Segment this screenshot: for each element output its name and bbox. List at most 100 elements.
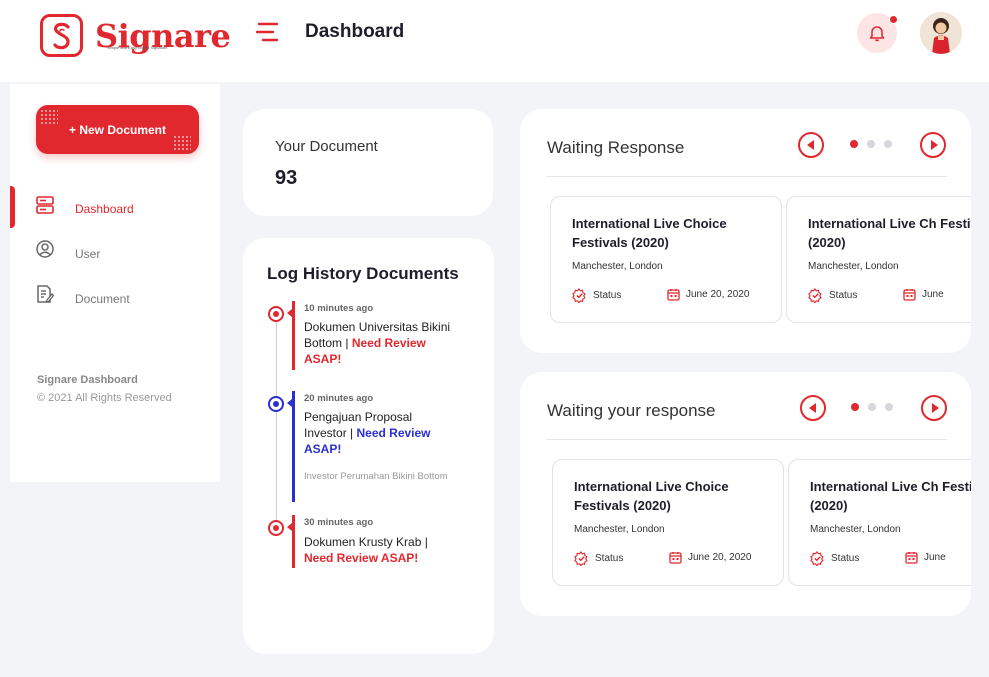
event-card[interactable]: International Live Choice Festivals (202… <box>552 459 784 586</box>
event-date: June 20, 2020 <box>669 551 751 564</box>
event-date-label: June 20, 2020 <box>688 552 752 563</box>
timeline-dot <box>268 306 284 322</box>
sidebar-item-dashboard[interactable]: Dashboard <box>36 196 134 216</box>
event-status-label: Status <box>593 290 622 301</box>
event-date-label: June <box>922 289 944 300</box>
waiting-your-response-title: Waiting your response <box>547 401 716 420</box>
status-badge-icon <box>574 551 588 566</box>
your-document-count: 93 <box>275 167 298 189</box>
event-card[interactable]: International Live Choice Festivals (202… <box>550 196 782 323</box>
log-text[interactable]: Dokumen Universitas Bikini Bottom | Need… <box>304 319 454 367</box>
calendar-icon <box>903 289 916 301</box>
event-location: Manchester, London <box>572 261 663 272</box>
event-status-label: Status <box>829 290 858 301</box>
event-card[interactable]: International Live Ch Festivals (2020) M… <box>786 196 971 323</box>
log-subtext: Investor Perumahan Bikini Bottom <box>304 471 448 482</box>
log-text[interactable]: Pengajuan Proposal Investor | Need Revie… <box>304 409 454 457</box>
event-date: June 20, 2020 <box>667 288 749 301</box>
log-time: 30 minutes ago <box>304 517 374 528</box>
event-title: International Live Ch Festivals (2020) <box>808 216 971 250</box>
sidebar-footer-copyright: © 2021 All Rights Reserved <box>37 392 172 404</box>
sidebar-item-label: Document <box>75 292 130 306</box>
carousel-dot[interactable] <box>885 403 893 411</box>
arrow-left-icon <box>809 403 816 413</box>
timeline-bar <box>287 301 295 370</box>
notification-badge <box>889 15 898 24</box>
waiting-response-title: Waiting Response <box>547 138 685 157</box>
calendar-icon <box>669 552 682 564</box>
dashboard-icon <box>36 196 54 214</box>
event-title: International Live Ch Festivals (2020) <box>810 479 971 513</box>
event-status: Status <box>808 288 857 303</box>
bell-icon <box>869 26 885 42</box>
decorative-dots <box>173 135 191 151</box>
sidebar-item-user[interactable]: User <box>36 240 100 261</box>
log-history-card: Log History Documents 10 minutes ago Dok… <box>243 238 494 654</box>
sidebar-item-label: Dashboard <box>75 202 134 216</box>
arrow-left-icon <box>807 140 814 150</box>
waiting-your-response-card: Waiting your response International Live… <box>520 372 971 616</box>
carousel-dot[interactable] <box>867 140 875 148</box>
your-document-label: Your Document <box>275 138 378 155</box>
waiting-response-card: Waiting Response International Live Choi… <box>520 109 971 353</box>
carousel-next-button[interactable] <box>921 395 947 421</box>
your-document-card: Your Document 93 <box>243 109 493 216</box>
brand-logo[interactable]: Signare <box>40 14 231 57</box>
timeline-bar <box>287 391 295 502</box>
log-history-title: Log History Documents <box>267 264 459 283</box>
carousel-dot[interactable] <box>851 403 859 411</box>
user-avatar[interactable] <box>920 12 962 54</box>
event-status: Status <box>572 288 621 303</box>
event-status-label: Status <box>831 553 860 564</box>
event-title: International Live Choice Festivals (202… <box>572 216 727 250</box>
log-text[interactable]: Dokumen Krusty Krab | Need Review ASAP! <box>304 534 454 566</box>
event-location: Manchester, London <box>810 524 901 535</box>
carousel-dot[interactable] <box>850 140 858 148</box>
event-status: Status <box>810 551 859 566</box>
status-badge-icon <box>810 551 824 566</box>
calendar-icon <box>905 552 918 564</box>
page-title: Dashboard <box>305 21 405 42</box>
timeline-bar <box>287 515 295 568</box>
event-card[interactable]: International Live Ch Festivals (2020) M… <box>788 459 971 586</box>
log-time: 20 minutes ago <box>304 393 374 404</box>
divider <box>547 176 947 177</box>
sidebar-footer-title: Signare Dashboard <box>37 374 138 386</box>
timeline-dot <box>268 520 284 536</box>
new-document-label: + New Document <box>68 122 167 137</box>
log-time: 10 minutes ago <box>304 303 374 314</box>
calendar-icon <box>667 289 680 301</box>
status-badge-icon <box>572 288 586 303</box>
user-icon <box>36 240 54 258</box>
menu-toggle-icon[interactable] <box>255 21 279 43</box>
carousel-next-button[interactable] <box>920 132 946 158</box>
carousel-dot[interactable] <box>868 403 876 411</box>
event-date: June <box>905 551 946 564</box>
event-title: International Live Choice Festivals (202… <box>574 479 729 513</box>
sidebar-item-document[interactable]: Document <box>36 285 130 306</box>
log-highlight: Need Review ASAP! <box>304 551 419 565</box>
document-icon <box>37 285 54 303</box>
event-location: Manchester, London <box>574 524 665 535</box>
arrow-right-icon <box>931 403 939 413</box>
carousel-prev-button[interactable] <box>800 395 826 421</box>
log-text-body: Dokumen Krusty Krab | <box>304 535 428 549</box>
carousel-dot[interactable] <box>884 140 892 148</box>
divider <box>547 439 947 440</box>
active-nav-indicator <box>10 186 15 228</box>
brand-tagline: Simple and Easy Digital Signature <box>107 45 168 50</box>
event-status: Status <box>574 551 623 566</box>
signare-logo-icon <box>40 14 83 57</box>
event-status-label: Status <box>595 553 624 564</box>
arrow-right-icon <box>930 140 938 150</box>
event-date-label: June <box>924 552 946 563</box>
timeline-line <box>276 314 277 532</box>
new-document-button[interactable]: + New Document <box>36 105 199 154</box>
timeline-dot <box>268 396 284 412</box>
carousel-prev-button[interactable] <box>798 132 824 158</box>
event-location: Manchester, London <box>808 261 899 272</box>
event-date: June <box>903 288 944 301</box>
status-badge-icon <box>808 288 822 303</box>
event-date-label: June 20, 2020 <box>686 289 750 300</box>
sidebar-item-label: User <box>75 247 101 261</box>
